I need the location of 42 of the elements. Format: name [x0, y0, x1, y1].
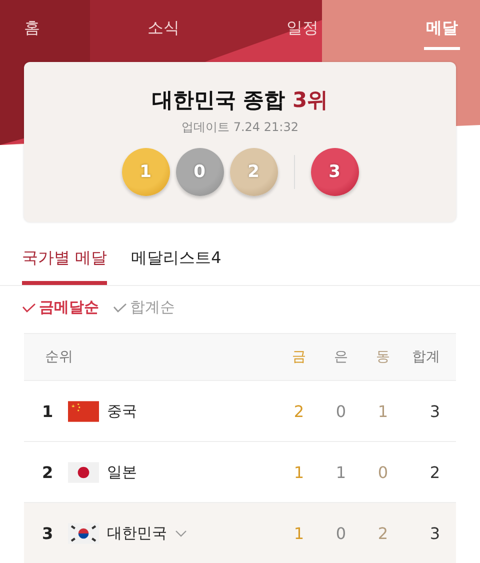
column-header: 금: [291, 348, 307, 366]
rank-number: 2: [42, 462, 54, 482]
table-cell-text: 0: [376, 462, 390, 482]
table-cell-text: 0: [334, 524, 348, 542]
table-cell-text: 1: [334, 462, 348, 482]
medal-badge: 0: [176, 148, 224, 196]
country-name: 중국: [107, 402, 137, 420]
country-name: 대한민국: [107, 524, 167, 542]
table-cell-text: 2: [428, 462, 440, 482]
check-icon: [113, 302, 127, 312]
medal-badge: 3: [310, 148, 358, 196]
sort-option[interactable]: 금메달순: [22, 298, 99, 317]
column-header: 합계: [411, 348, 440, 366]
rank-number: 3: [42, 524, 54, 542]
summary-title: 대한민국 종합 3위: [152, 87, 328, 114]
flag-icon: [68, 462, 99, 482]
column-header: 동: [375, 348, 391, 366]
table-cell-text: 3: [428, 402, 440, 420]
flag-icon: [68, 400, 99, 422]
table-cell-text: 2: [376, 524, 390, 542]
table-cell-text: 0: [334, 402, 348, 420]
check-icon: [22, 302, 36, 312]
sub-tab[interactable]: 국가별 메달: [22, 238, 108, 285]
rank-number: 1: [42, 402, 54, 420]
sort-option[interactable]: 합계순: [113, 298, 175, 317]
table-cell-text: 2: [292, 402, 306, 420]
table-cell-text: 3: [428, 524, 440, 542]
country-name: 일본: [107, 462, 137, 482]
flag-icon: [68, 522, 99, 544]
nav-tab[interactable]: 홈: [22, 0, 42, 50]
chevron-icon[interactable]: [175, 530, 187, 536]
column-header: 은: [333, 348, 349, 366]
update-time: 업데이트 7.24 21:32: [182, 119, 298, 136]
nav-tab[interactable]: 일정: [284, 0, 321, 50]
table-cell-text: 1: [292, 524, 306, 542]
table-cell-text: 1: [376, 402, 390, 420]
medal-badge: 2: [230, 148, 278, 196]
sub-tab[interactable]: 메달리스트4: [131, 238, 222, 285]
nav-tab[interactable]: 소식: [145, 0, 182, 50]
column-header: 순위: [44, 348, 74, 366]
medal-badge: 1: [122, 148, 170, 196]
table-cell-text: 1: [292, 462, 306, 482]
